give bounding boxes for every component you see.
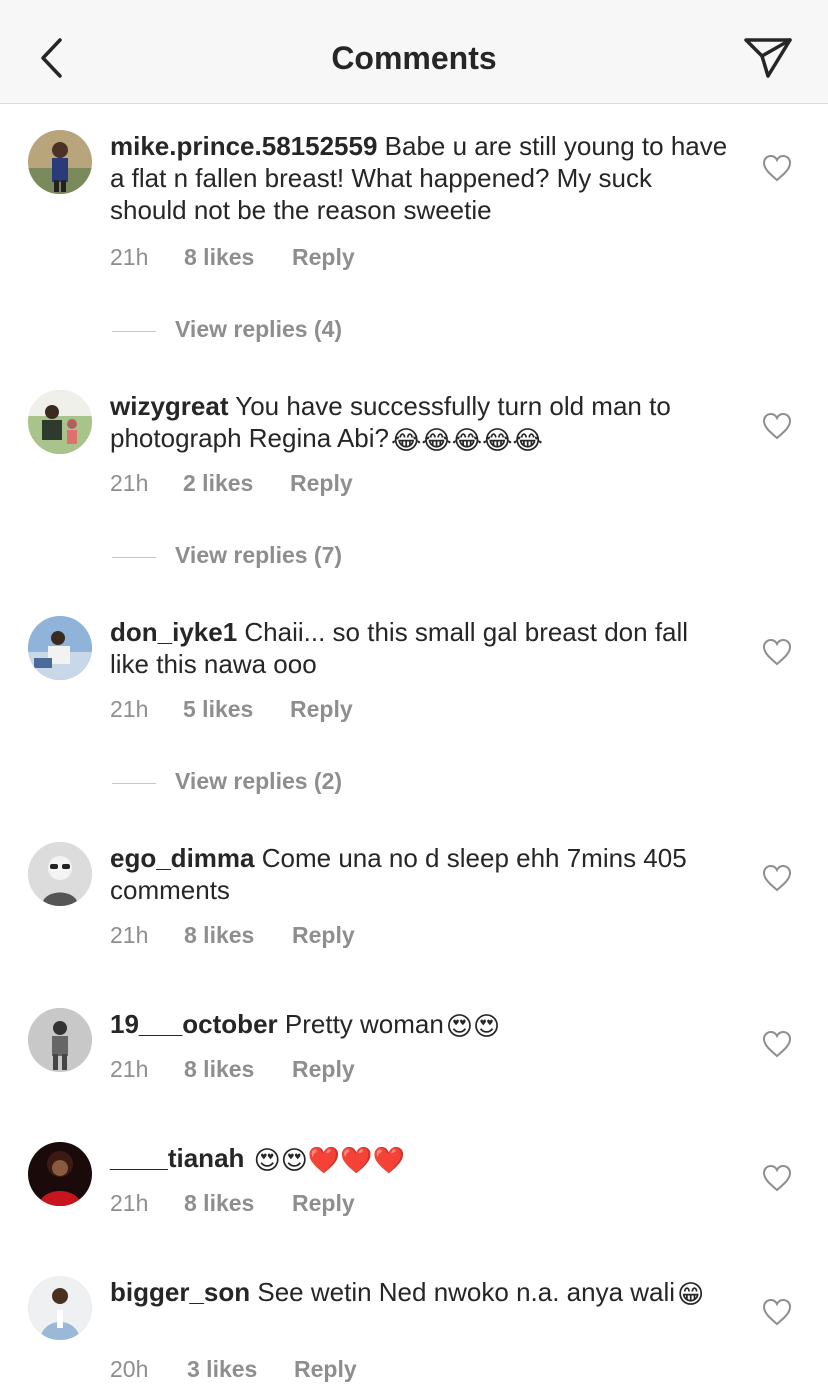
comment-time: 21h	[110, 696, 149, 722]
reply-button[interactable]: Reply	[290, 696, 353, 723]
avatar[interactable]	[28, 1142, 92, 1206]
like-button[interactable]	[762, 1164, 792, 1192]
like-button[interactable]	[762, 154, 792, 182]
heart-outline-icon	[762, 638, 792, 666]
comment-likes[interactable]: 2 likes	[183, 470, 253, 497]
paper-plane-icon	[744, 38, 792, 78]
avatar[interactable]	[28, 842, 92, 906]
reply-button[interactable]: Reply	[294, 1356, 357, 1383]
reply-button[interactable]: Reply	[292, 1190, 355, 1217]
comment-time: 21h	[110, 1190, 149, 1216]
comment-likes[interactable]: 8 likes	[184, 922, 254, 949]
comment-time: 21h	[110, 470, 149, 496]
heart-outline-icon	[762, 1164, 792, 1192]
comment-text: wizygreat You have successfully turn old…	[110, 390, 730, 455]
avatar[interactable]	[28, 1008, 92, 1072]
like-button[interactable]	[762, 1298, 792, 1326]
comment-time: 21h	[110, 922, 149, 948]
avatar[interactable]	[28, 390, 92, 454]
comment-likes[interactable]: 8 likes	[184, 1190, 254, 1217]
comment-username[interactable]: ____tianah	[110, 1143, 244, 1173]
emoji-group: 😍😍	[445, 1011, 501, 1041]
comment-text: ego_dimma Come una no d sleep ehh 7mins …	[110, 842, 730, 906]
heart-outline-icon	[762, 412, 792, 440]
avatar[interactable]	[28, 616, 92, 680]
like-button[interactable]	[762, 412, 792, 440]
comment-text: bigger_son See wetin Ned nwoko n.a. anya…	[110, 1276, 730, 1309]
comment-text: ____tianah 😍😍❤️❤️❤️	[110, 1142, 730, 1175]
comment-text: mike.prince.58152559 Babe u are still yo…	[110, 130, 730, 226]
reply-button[interactable]: Reply	[292, 922, 355, 949]
emoji-group: 😍😍❤️❤️❤️	[253, 1145, 405, 1175]
comment-username[interactable]: don_iyke1	[110, 617, 237, 647]
page-title: Comments	[331, 40, 497, 76]
heart-outline-icon	[762, 864, 792, 892]
divider	[112, 557, 156, 558]
emoji-group: 😂😂😂😂😂	[391, 425, 543, 455]
header-bar: Comments	[0, 0, 828, 104]
reply-button[interactable]: Reply	[292, 244, 355, 271]
comment-body: Pretty woman	[284, 1009, 444, 1039]
comment-likes[interactable]: 5 likes	[183, 696, 253, 723]
comment-username[interactable]: ego_dimma	[110, 843, 255, 873]
heart-outline-icon	[762, 1298, 792, 1326]
comment-time: 21h	[110, 1056, 149, 1082]
comment-body: See wetin Ned nwoko n.a. anya wali	[257, 1277, 676, 1307]
heart-outline-icon	[762, 154, 792, 182]
comment-username[interactable]: 19___october	[110, 1009, 278, 1039]
comment-text: 19___october Pretty woman😍😍	[110, 1008, 730, 1041]
comment-username[interactable]: wizygreat	[110, 391, 229, 421]
heart-outline-icon	[762, 1030, 792, 1058]
like-button[interactable]	[762, 864, 792, 892]
comment-time: 21h	[110, 244, 149, 270]
avatar[interactable]	[28, 130, 92, 194]
comment-time: 20h	[110, 1356, 149, 1382]
like-button[interactable]	[762, 1030, 792, 1058]
comment-username[interactable]: mike.prince.58152559	[110, 131, 377, 161]
comment-likes[interactable]: 3 likes	[187, 1356, 257, 1383]
emoji-group: 😁	[677, 1279, 705, 1309]
comment-likes[interactable]: 8 likes	[184, 244, 254, 271]
reply-button[interactable]: Reply	[292, 1056, 355, 1083]
reply-button[interactable]: Reply	[290, 470, 353, 497]
avatar[interactable]	[28, 1276, 92, 1340]
divider	[112, 783, 156, 784]
share-button[interactable]	[738, 32, 798, 84]
comment-text: don_iyke1 Chaii... so this small gal bre…	[110, 616, 730, 680]
comment-likes[interactable]: 8 likes	[184, 1056, 254, 1083]
like-button[interactable]	[762, 638, 792, 666]
divider	[112, 331, 156, 332]
comment-username[interactable]: bigger_son	[110, 1277, 250, 1307]
